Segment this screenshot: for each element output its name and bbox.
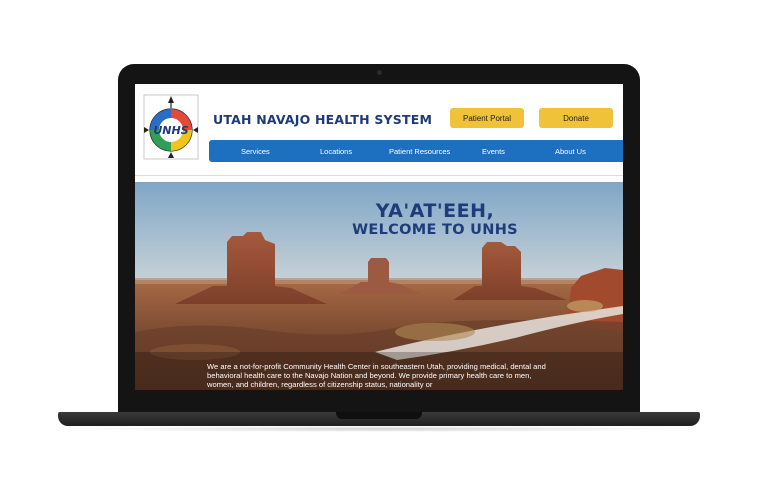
- hero-description: We are a not-for-profit Community Health…: [207, 362, 546, 389]
- laptop-notch: [336, 412, 422, 419]
- nav-item-locations[interactable]: Locations: [320, 140, 352, 162]
- patient-portal-button[interactable]: Patient Portal: [450, 108, 524, 128]
- svg-text:UNHS: UNHS: [153, 124, 188, 137]
- nav-item-about-us[interactable]: About Us: [555, 140, 586, 162]
- nav-item-patient-resources[interactable]: Patient Resources: [389, 140, 450, 162]
- site-title[interactable]: UTAH NAVAJO HEALTH SYSTEM: [213, 112, 432, 127]
- nav-item-services[interactable]: Services: [241, 140, 270, 162]
- unhs-logo-icon[interactable]: UNHS: [143, 94, 199, 160]
- hero-banner: YA'AT'EEH, WELCOME TO UNHS We are a not-…: [135, 182, 623, 390]
- hero-title-line2: WELCOME TO UNHS: [352, 222, 518, 238]
- laptop-camera: [377, 70, 382, 75]
- main-nav: Services Locations Patient Resources Eve…: [209, 140, 623, 162]
- hero-title-line1: YA'AT'EEH,: [375, 200, 495, 222]
- site-header: UNHS UTAH NAVAJO HEALTH SYSTEM Patient P…: [135, 84, 623, 176]
- laptop-shadow: [70, 426, 688, 432]
- laptop-screen: UNHS UTAH NAVAJO HEALTH SYSTEM Patient P…: [135, 84, 623, 390]
- nav-item-events[interactable]: Events: [482, 140, 505, 162]
- donate-button[interactable]: Donate: [539, 108, 613, 128]
